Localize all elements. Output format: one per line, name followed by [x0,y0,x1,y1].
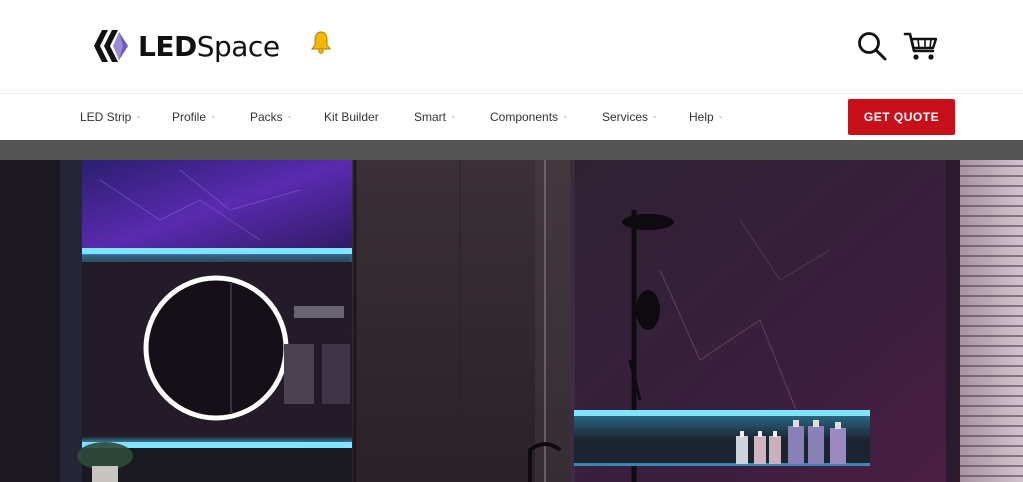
bell-icon[interactable] [310,30,332,54]
nav-item-label: Profile [172,110,207,124]
nav-item-services[interactable]: Services ⌄ [602,94,658,140]
chevron-down-icon: ⌄ [450,113,456,120]
bathroom-scene-illustration [0,160,1023,482]
nav-item-label: Packs [250,110,283,124]
chevron-down-icon: ⌄ [562,113,568,120]
nav-item-led-strip[interactable]: LED Strip ⌄ [80,94,141,140]
get-quote-button[interactable]: GET QUOTE [848,99,955,135]
nav-item-help[interactable]: Help ⌄ [689,94,724,140]
chevron-down-icon: ⌄ [652,113,658,120]
chevron-down-icon: ⌄ [717,113,724,120]
nav-item-smart[interactable]: Smart ⌄ [414,94,456,140]
chevron-down-icon: ⌄ [135,113,142,120]
nav-item-profile[interactable]: Profile ⌄ [172,94,216,140]
nav-item-label: Smart [414,110,447,124]
nav-item-label: Kit Builder [324,110,379,124]
nav-item-label: Services [602,110,649,124]
nav-item-components[interactable]: Components ⌄ [490,94,568,140]
nav-item-kit-builder[interactable]: Kit Builder [324,94,379,140]
hero-top-band [0,140,1023,160]
main-nav: LED Strip ⌄ Profile ⌄ Packs ⌄ Kit Builder S… [0,93,1023,140]
nav-item-label: Components [490,110,559,124]
search-icon[interactable] [856,30,888,62]
site-logo[interactable]: LEDSpace [92,26,280,66]
logo-wordmark: LEDSpace [138,30,280,63]
chevron-down-icon: ⌄ [210,113,216,120]
logo-text-bold: LED [138,29,197,63]
cart-icon[interactable] [903,30,939,62]
logo-text-regular: Space [196,29,280,63]
logo-mark-icon [94,30,128,62]
site-header: LEDSpace [0,0,1023,93]
chevron-down-icon: ⌄ [286,113,293,120]
hero-banner-image [0,160,1023,482]
nav-item-label: Help [689,110,714,124]
nav-item-label: LED Strip [80,110,132,124]
nav-item-packs[interactable]: Packs ⌄ [250,94,293,140]
